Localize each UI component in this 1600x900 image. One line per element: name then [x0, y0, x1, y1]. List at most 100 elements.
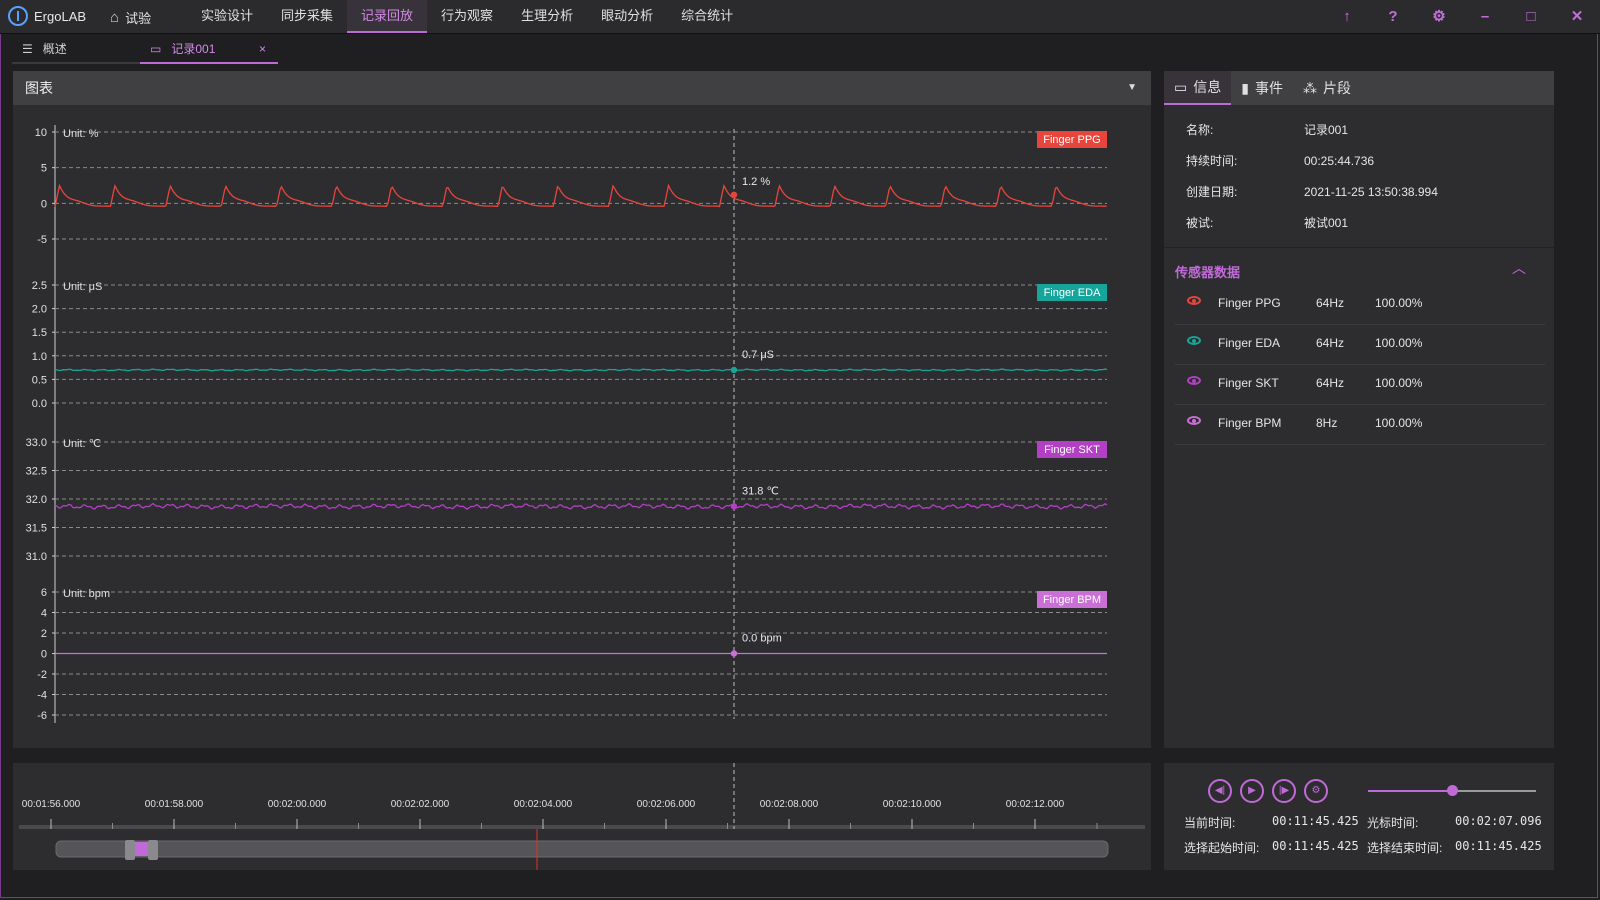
tab-info-label: 信息: [1193, 79, 1222, 95]
chart-finger-eda: 2.5 2.0 1.5 1.0 0.5 0.0 Unit: μS Finger EDA 0.7 …: [32, 280, 1108, 410]
close-icon[interactable]: ✕: [1566, 6, 1588, 28]
cursor-point: [730, 650, 738, 657]
info-row-duration: 持续时间: 00:25:44.736: [1186, 152, 1374, 169]
nav-item[interactable]: 生理分析: [507, 0, 587, 33]
y-tick-label: 4: [41, 608, 47, 620]
info-value: 2021-11-25 13:50:38.994: [1304, 185, 1438, 199]
unit-label: Unit: bpm: [63, 588, 110, 600]
player-panel: ◀| ▶ |▶ ⚙ 当前时间: 00:11:45.425 光标时间: 00:02…: [1164, 763, 1554, 870]
gear-icon[interactable]: ⚙: [1304, 779, 1328, 803]
tab-segments[interactable]: ⁂ 片段: [1293, 71, 1361, 105]
chart-panel: 图表 ▼ 10 5 0 -5 Unit: % Finger PPG 1.2 % 2.5 2.0 1…: [13, 71, 1151, 748]
play-icon[interactable]: ▶: [1240, 779, 1264, 803]
ruler-tick-label: 00:02:08.000: [760, 799, 819, 810]
eye-icon[interactable]: [1187, 416, 1201, 425]
nav-item[interactable]: 同步采集: [267, 0, 347, 33]
maximize-icon[interactable]: □: [1520, 6, 1542, 28]
y-tick-label: -6: [37, 710, 47, 722]
help-icon[interactable]: ?: [1382, 6, 1404, 28]
close-tab-icon[interactable]: ×: [259, 36, 266, 62]
info-key: 持续时间:: [1186, 154, 1238, 168]
info-tabs: ▭ 信息 ▮ 事件 ⁂ 片段: [1164, 71, 1554, 105]
sensor-row-ppg[interactable]: Finger PPG 64Hz 100.00%: [1175, 284, 1545, 325]
chevron-down-icon[interactable]: ▼: [1127, 71, 1137, 105]
chart-finger-ppg: 10 5 0 -5 Unit: % Finger PPG 1.2 %: [35, 127, 1107, 246]
prev-icon[interactable]: ◀|: [1208, 779, 1232, 803]
y-tick-label: 2.0: [32, 304, 47, 316]
app-logo: ErgoLAB: [8, 6, 86, 26]
sensor-name: Finger PPG: [1218, 296, 1281, 310]
info-value: 00:25:44.736: [1304, 154, 1375, 168]
eye-icon[interactable]: [1187, 376, 1201, 385]
sensor-quality: 100.00%: [1375, 376, 1423, 390]
tab-record-label: 记录001: [171, 42, 216, 56]
sensor-row-skt[interactable]: Finger SKT 64Hz 100.00%: [1175, 364, 1545, 405]
upload-icon[interactable]: ↑: [1336, 6, 1358, 28]
tab-events-label: 事件: [1254, 80, 1283, 96]
ruler-tick-label: 00:02:02.000: [391, 799, 450, 810]
ruler-tick-label: 00:01:58.000: [145, 799, 204, 810]
tab-segments-label: 片段: [1322, 80, 1351, 96]
ruler-tick-label: 00:02:04.000: [514, 799, 573, 810]
y-tick-label: 31.0: [26, 551, 47, 563]
monitor-icon: ▭: [150, 42, 162, 56]
y-tick-label: 10: [35, 127, 47, 139]
selection-end-value: 00:11:45.425: [1455, 839, 1542, 853]
home-label: 试验: [125, 11, 152, 26]
app-name: ErgoLAB: [34, 8, 87, 24]
nav-item[interactable]: 实验设计: [187, 0, 267, 33]
nav-item[interactable]: 综合统计: [667, 0, 747, 33]
ruler-tick-label: 00:02:00.000: [268, 799, 327, 810]
volume-slider-knob[interactable]: [1447, 785, 1458, 796]
sensor-name: Finger EDA: [1218, 336, 1281, 350]
home-button[interactable]: ⌂ 试验: [110, 8, 151, 27]
y-tick-label: 0.0: [32, 398, 47, 410]
home-icon: ⌂: [110, 9, 120, 26]
cursor-point: [730, 366, 738, 374]
sensor-rate: 64Hz: [1316, 376, 1345, 390]
ruler-tick-label: 00:02:12.000: [1006, 799, 1065, 810]
sensor-row-eda[interactable]: Finger EDA 64Hz 100.00%: [1175, 324, 1545, 365]
legend-label: Finger SKT: [1044, 444, 1100, 456]
tab-info[interactable]: ▭ 信息: [1164, 71, 1232, 105]
tab-events[interactable]: ▮ 事件: [1231, 71, 1293, 105]
eye-icon[interactable]: [1187, 336, 1201, 345]
segment-icon: ⁂: [1302, 80, 1317, 96]
window-controls: ↑ ? ⚙ – □ ✕: [1336, 6, 1588, 28]
nav-item[interactable]: 行为观察: [427, 0, 507, 33]
sensor-rate: 64Hz: [1316, 336, 1345, 350]
signal-charts[interactable]: 10 5 0 -5 Unit: % Finger PPG 1.2 % 2.5 2.0 1.5 1.0…: [13, 105, 1151, 748]
gear-icon[interactable]: ⚙: [1428, 6, 1450, 28]
range-selection: [135, 842, 148, 856]
tab-record-001[interactable]: ▭ 记录001 ×: [140, 36, 278, 64]
legend-label: Finger BPM: [1043, 594, 1101, 606]
chevron-up-icon[interactable]: ︿: [1512, 258, 1526, 278]
range-handle-right: [148, 840, 158, 860]
y-tick-label: 33.0: [26, 437, 47, 449]
title-bar: ErgoLAB ⌂ 试验 实验设计 同步采集 记录回放 行为观察 生理分析 眼动分析 综合统…: [0, 0, 1600, 34]
cursor-time-label: 光标时间:: [1367, 816, 1419, 830]
sensor-quality: 100.00%: [1375, 296, 1423, 310]
y-tick-label: -2: [37, 669, 47, 681]
eye-icon[interactable]: [1187, 296, 1201, 305]
sensor-row-bpm[interactable]: Finger BPM 8Hz 100.00%: [1175, 404, 1545, 445]
y-tick-label: 0.5: [32, 374, 47, 386]
info-key: 创建日期:: [1186, 185, 1238, 199]
legend-label: Finger PPG: [1043, 134, 1100, 146]
series-line: [54, 502, 1108, 511]
nav-item[interactable]: 记录回放: [347, 0, 428, 33]
cursor-value: 1.2 %: [742, 176, 770, 188]
minimize-icon[interactable]: –: [1474, 6, 1496, 28]
y-tick-label: 6: [41, 587, 47, 599]
nav-item[interactable]: 眼动分析: [587, 0, 667, 33]
timeline-ruler[interactable]: 00:01:56.000 00:01:58.000 00:02:00.000 00:0…: [13, 763, 1151, 870]
sensor-rate: 8Hz: [1316, 416, 1338, 430]
tab-overview[interactable]: ☰ 概述: [12, 36, 140, 64]
y-tick-label: 0: [41, 649, 47, 661]
sensor-quality: 100.00%: [1375, 416, 1423, 430]
y-tick-label: 1.0: [32, 351, 47, 363]
cursor-value: 31.8 ℃: [742, 485, 779, 497]
next-icon[interactable]: |▶: [1272, 779, 1296, 803]
chart-panel-title: 图表: [25, 80, 53, 96]
y-tick-label: 2.5: [32, 280, 47, 292]
